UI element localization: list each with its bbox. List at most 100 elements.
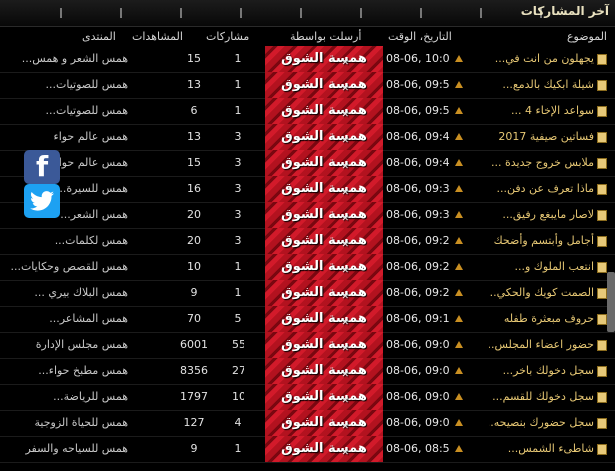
topic-title: أجامل وأبتسم وأضحك <box>493 234 594 247</box>
poster-name-link[interactable]: همسة الشوق ✕ <box>265 332 383 358</box>
scrollbar-thumb[interactable] <box>607 272 615 332</box>
poster-name-link[interactable]: همسة الشوق ✕ <box>265 202 383 228</box>
forum-link[interactable]: همس عالم حواء <box>4 150 128 176</box>
topic-link[interactable]: الصمت كويك والحكي... <box>489 280 607 306</box>
poster-name-link[interactable]: همسة الشوق ✕ <box>265 124 383 150</box>
forum-link[interactable]: همس للسيرة... <box>4 176 128 202</box>
topic-link[interactable]: فساتين صيفية 2017 <box>489 124 607 150</box>
document-icon <box>597 339 607 351</box>
arrow-up-icon[interactable] <box>455 341 463 348</box>
forum-link[interactable]: همس مجلس الإدارة <box>4 332 128 358</box>
forum-link[interactable]: همس المشاعر... <box>4 306 128 332</box>
post-date: 08-06, 09:38 <box>386 182 450 195</box>
forum-link[interactable]: همس للصوتيات... <box>4 98 128 124</box>
posts-count: 1 <box>234 78 242 91</box>
spike-decoration <box>360 8 362 18</box>
header-date: التاريخ، الوقت <box>388 30 452 43</box>
post-date: 08-06, 09:27 <box>386 234 450 247</box>
table-row: ماذا تعرف عن دفن... 08-06, 09:38 همسة الشو… <box>0 176 615 203</box>
arrow-up-icon[interactable] <box>455 315 463 322</box>
views-count: 20 <box>187 208 201 221</box>
forum-link[interactable]: همس للسياحه والسفر <box>4 436 128 462</box>
poster-name-link[interactable]: همسة الشوق ✕ <box>265 436 383 462</box>
arrow-up-icon[interactable] <box>455 133 463 140</box>
topic-link[interactable]: سجل حضورك بنصيحه... <box>489 410 607 436</box>
poster-name-link[interactable]: همسة الشوق ✕ <box>265 358 383 384</box>
topic-link[interactable]: حروف مبعثرة طفله <box>489 306 607 332</box>
topic-link[interactable]: انتعب الملوك و... <box>489 254 607 280</box>
topic-link[interactable]: حضور اعضاء المجلس... <box>489 332 607 358</box>
views-count: 9 <box>190 286 198 299</box>
document-icon <box>597 209 607 221</box>
topic-link[interactable]: سجل دخولك باخر... <box>489 358 607 384</box>
forum-link[interactable]: همس لكلمات... <box>4 228 128 254</box>
table-row: سواعد الإخاء 4 ... 08-06, 09:55 همسة الشوق… <box>0 98 615 125</box>
document-icon <box>597 287 607 299</box>
poster-name-link[interactable]: همسة الشوق ✕ <box>265 410 383 436</box>
arrow-up-icon[interactable] <box>455 419 463 426</box>
poster-name-link[interactable]: همسة الشوق ✕ <box>265 98 383 124</box>
forum-link[interactable]: همس البلاك بيري ... <box>4 280 128 306</box>
poster-name-link[interactable]: همسة الشوق ✕ <box>265 46 383 72</box>
poster-name-link[interactable]: همسة الشوق ✕ <box>265 150 383 176</box>
facebook-share-button[interactable]: f <box>24 150 60 184</box>
topic-title: حروف مبعثرة طفله <box>503 312 594 325</box>
spike-decoration <box>120 8 122 18</box>
forum-link[interactable]: همس الشعر... <box>4 202 128 228</box>
topic-link[interactable]: سجل دخولك للقسم... <box>489 384 607 410</box>
table-row: حروف مبعثرة طفله 08-06, 09:14 همسة الشوق ✕ 5… <box>0 306 615 333</box>
post-date: 08-06, 09:02 <box>386 390 450 403</box>
topic-link[interactable]: لاصار مايبغع رفيق... <box>489 202 607 228</box>
arrow-up-icon[interactable] <box>455 159 463 166</box>
topic-link[interactable]: يجهلون من انت في... <box>489 46 607 72</box>
forum-link[interactable]: همس الشعر و همس... <box>4 46 128 72</box>
topic-link[interactable]: سواعد الإخاء 4 ... <box>489 98 607 124</box>
poster-name-link[interactable]: همسة الشوق ✕ <box>265 306 383 332</box>
poster-name: همسة الشوق <box>281 363 367 378</box>
forum-link[interactable]: همس للقصص وحكايات... <box>4 254 128 280</box>
forum-link[interactable]: همس عالم حواء <box>4 124 128 150</box>
forum-link[interactable]: همس للصوتيات... <box>4 72 128 98</box>
arrow-up-icon[interactable] <box>455 211 463 218</box>
poster-name-link[interactable]: همسة الشوق ✕ <box>265 228 383 254</box>
poster-name: همسة الشوق <box>281 233 367 248</box>
document-icon <box>597 53 607 65</box>
arrow-up-icon[interactable] <box>455 55 463 62</box>
topic-link[interactable]: أجامل وأبتسم وأضحك <box>489 228 607 254</box>
poster-name-link[interactable]: همسة الشوق ✕ <box>265 72 383 98</box>
poster-name-link[interactable]: همسة الشوق ✕ <box>265 176 383 202</box>
forum-link[interactable]: همس للحياة الزوجية <box>4 410 128 436</box>
arrow-up-icon[interactable] <box>455 107 463 114</box>
topic-link[interactable]: ملابس خروج جديدة ... <box>489 150 607 176</box>
topic-link[interactable]: شاطىء الشمس... <box>489 436 607 462</box>
poster-name-link[interactable]: همسة الشوق ✕ <box>265 280 383 306</box>
posts-count: 1 <box>234 286 242 299</box>
arrow-up-icon[interactable] <box>455 237 463 244</box>
posts-count: 1 <box>234 442 242 455</box>
posts-count: 3 <box>234 208 242 221</box>
topic-link[interactable]: شيلة ابكيك بالدمع... <box>489 72 607 98</box>
views-count: 20 <box>187 234 201 247</box>
poster-name: همسة الشوق <box>281 415 367 430</box>
arrow-up-icon[interactable] <box>455 81 463 88</box>
twitter-share-button[interactable] <box>24 184 60 218</box>
forum-link[interactable]: همس مطبخ حواء... <box>4 358 128 384</box>
table-row: سجل حضورك بنصيحه... 08-06, 09:01 همسة الشو… <box>0 410 615 437</box>
spike-decoration <box>180 8 182 18</box>
posts-count: 4 <box>234 416 242 429</box>
poster-name: همسة الشوق <box>281 129 367 144</box>
arrow-up-icon[interactable] <box>455 393 463 400</box>
topic-title: لاصار مايبغع رفيق... <box>502 208 594 221</box>
post-date: 08-06, 09:14 <box>386 312 450 325</box>
arrow-up-icon[interactable] <box>455 185 463 192</box>
arrow-up-icon[interactable] <box>455 445 463 452</box>
topic-link[interactable]: ماذا تعرف عن دفن... <box>489 176 607 202</box>
arrow-up-icon[interactable] <box>455 263 463 270</box>
poster-name-link[interactable]: همسة الشوق ✕ <box>265 254 383 280</box>
topic-title: فساتين صيفية 2017 <box>498 130 594 143</box>
poster-name-link[interactable]: همسة الشوق ✕ <box>265 384 383 410</box>
arrow-up-icon[interactable] <box>455 289 463 296</box>
arrow-up-icon[interactable] <box>455 367 463 374</box>
forum-link[interactable]: همس للرياضة... <box>4 384 128 410</box>
posts-count: 556 <box>232 338 244 351</box>
